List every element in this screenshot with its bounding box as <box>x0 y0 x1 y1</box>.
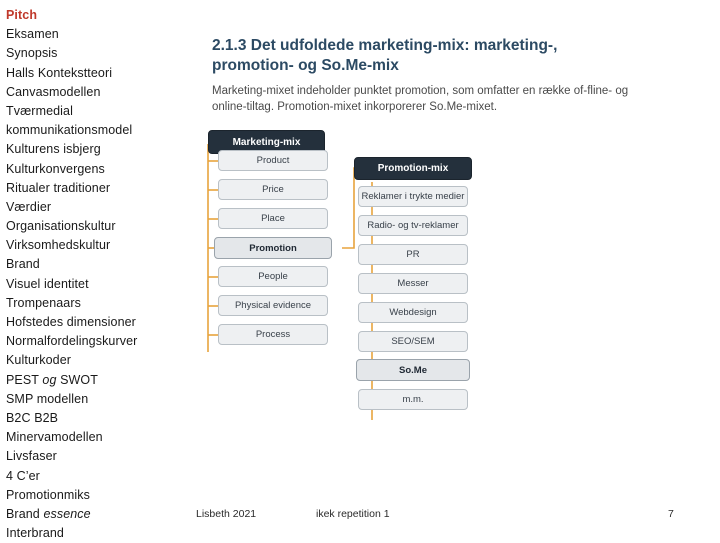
sidebar-item-hofstedes-dimensioner[interactable]: Hofstedes dimensioner <box>6 313 178 332</box>
node-people[interactable]: People <box>218 266 328 287</box>
sidebar-item-synopsis[interactable]: Synopsis <box>6 44 178 63</box>
node-place[interactable]: Place <box>218 208 328 229</box>
slide-content: 2.1.3 Det udfoldede marketing-mix: marke… <box>186 0 720 540</box>
sidebar-item-kommunikationsmodel[interactable]: kommunikationsmodel <box>6 121 178 140</box>
slide-title: 2.1.3 Det udfoldede marketing-mix: marke… <box>212 37 558 74</box>
promotion-mix-header[interactable]: Promotion-mix <box>354 157 472 180</box>
sidebar-item-brand[interactable]: Brand <box>6 255 178 274</box>
sidebar-item-trompenaars[interactable]: Trompenaars <box>6 294 178 313</box>
sidebar-item-ritualer-traditioner[interactable]: Ritualer traditioner <box>6 179 178 198</box>
node-pr[interactable]: PR <box>358 244 468 265</box>
footer-subject: ikek repetition 1 <box>316 508 390 520</box>
sidebar-item-4-cer[interactable]: 4 C’er <box>6 467 178 486</box>
node-some[interactable]: So.Me <box>356 359 470 381</box>
sidebar-item-virksomhedskultur[interactable]: Virksomhedskultur <box>6 236 178 255</box>
sidebar-item-brand-essence[interactable]: Brand essence <box>6 505 178 524</box>
node-messer[interactable]: Messer <box>358 273 468 294</box>
node-physical-evidence[interactable]: Physical evidence <box>218 295 328 316</box>
sidebar-item-kulturkoder[interactable]: Kulturkoder <box>6 351 178 370</box>
marketing-mix-diagram: Marketing-mix Product Price Place Promot… <box>186 120 720 460</box>
sidebar-item-eksamen[interactable]: Eksamen <box>6 25 178 44</box>
node-radio-tv-reklamer[interactable]: Radio- og tv-reklamer <box>358 215 468 236</box>
sidebar-item-b2c-b2b[interactable]: B2C B2B <box>6 409 178 428</box>
sidebar-item-canvasmodellen[interactable]: Canvasmodellen <box>6 83 178 102</box>
sidebar-item-kulturens-isbjerg[interactable]: Kulturens isbjerg <box>6 140 178 159</box>
node-webdesign[interactable]: Webdesign <box>358 302 468 323</box>
sidebar-item-visuel-identitet[interactable]: Visuel identitet <box>6 275 178 294</box>
topic-sidebar: Pitch Eksamen Synopsis Halls Kontekstteo… <box>0 0 178 540</box>
node-process[interactable]: Process <box>218 324 328 345</box>
node-mm[interactable]: m.m. <box>358 389 468 410</box>
node-reklamer-trykte-medier[interactable]: Reklamer i trykte medier <box>358 186 468 207</box>
sidebar-item-vaerdier[interactable]: Værdier <box>6 198 178 217</box>
slide-body-text: Marketing-mixet indeholder punktet promo… <box>212 85 629 113</box>
sidebar-item-organisationskultur[interactable]: Organisationskultur <box>6 217 178 236</box>
sidebar-item-tvaermedial[interactable]: Tværmedial <box>6 102 178 121</box>
sidebar-item-normalfordelingskurver[interactable]: Normalfordelingskurver <box>6 332 178 351</box>
node-price[interactable]: Price <box>218 179 328 200</box>
sidebar-item-pest-og-swot[interactable]: PEST og SWOT <box>6 371 178 390</box>
node-product[interactable]: Product <box>218 150 328 171</box>
sidebar-item-kulturkonvergens[interactable]: Kulturkonvergens <box>6 160 178 179</box>
sidebar-item-livsfaser[interactable]: Livsfaser <box>6 447 178 466</box>
sidebar-item-smp-modellen[interactable]: SMP modellen <box>6 390 178 409</box>
node-promotion[interactable]: Promotion <box>214 237 332 259</box>
footer-page-number: 7 <box>668 508 674 520</box>
node-seo-sem[interactable]: SEO/SEM <box>358 331 468 352</box>
footer-author: Lisbeth 2021 <box>196 508 257 520</box>
sidebar-item-pitch[interactable]: Pitch <box>6 6 178 25</box>
sidebar-item-halls-kontekstteori[interactable]: Halls Kontekstteori <box>6 64 178 83</box>
sidebar-item-promotionmiks[interactable]: Promotionmiks <box>6 486 178 505</box>
sidebar-item-interbrand[interactable]: Interbrand <box>6 524 178 543</box>
sidebar-item-minervamodellen[interactable]: Minervamodellen <box>6 428 178 447</box>
